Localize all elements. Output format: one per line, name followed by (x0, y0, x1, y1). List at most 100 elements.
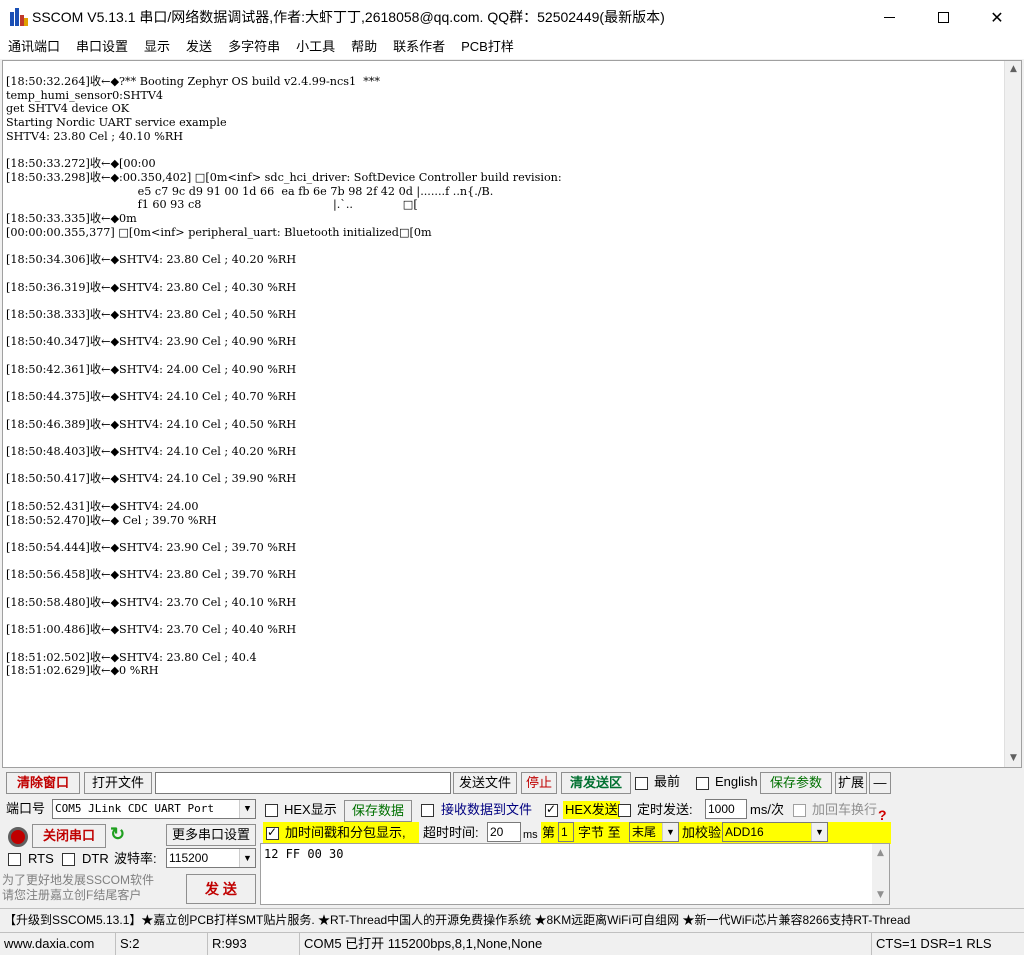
receive-log-line: [18:50:56.458]收←◆SHTV4: 23.80 Cel ; 39.7… (6, 568, 297, 582)
timed-send-label: 定时发送: (637, 802, 693, 817)
interval-input[interactable]: 1000 (705, 799, 747, 819)
open-file-button[interactable]: 打开文件 (84, 772, 152, 794)
baud-select[interactable]: 115200 ▼ (166, 848, 256, 868)
minimize-button[interactable] (862, 0, 916, 34)
rts-label: RTS (28, 851, 54, 866)
save-params-button[interactable]: 保存参数 (760, 772, 832, 794)
front-checkbox[interactable] (635, 777, 648, 790)
close-port-button[interactable]: 关闭串口 (32, 824, 106, 848)
timestamp-checkbox[interactable] (266, 825, 279, 840)
baud-value: 115200 (169, 851, 209, 865)
receive-log-line: [18:50:52.470]收←◆ Cel ; 39.70 %RH (6, 513, 217, 527)
chevron-down-icon[interactable]: ▼ (662, 823, 678, 841)
rts-checkbox[interactable] (8, 853, 21, 866)
receive-log-line: [18:50:36.319]收←◆SHTV4: 23.80 Cel ; 40.3… (6, 280, 297, 294)
send-scrollbar[interactable]: ▲ ▼ (872, 844, 889, 904)
close-button[interactable]: ✕ (970, 0, 1024, 34)
scroll-down-icon[interactable]: ▼ (1005, 750, 1022, 767)
receive-log-line: [18:50:58.480]收←◆SHTV4: 23.70 Cel ; 40.1… (6, 595, 297, 609)
more-settings-button[interactable]: 更多串口设置 (166, 824, 256, 846)
promo-banner[interactable]: 【升级到SSCOM5.13.1】★嘉立创PCB打样SMT贴片服务. ★RT-Th… (0, 908, 1024, 930)
front-label: 最前 (654, 774, 681, 789)
receive-log-line: e5 c7 9c d9 91 00 1d 66 ea fb 6e 7b 98 2… (6, 184, 494, 198)
receive-log-line: f1 60 93 c8 |.`.. □[ (6, 198, 418, 212)
hex-send-checkbox[interactable] (545, 802, 558, 817)
receive-log-line (6, 486, 1001, 500)
timeout-label: 超时时间: (423, 825, 479, 840)
save-data-button[interactable]: 保存数据 (344, 800, 412, 822)
menu-item-contact[interactable]: 联系作者 (385, 34, 453, 59)
menu-item-port[interactable]: 通讯端口 (0, 34, 68, 59)
nth-input[interactable]: 1 (558, 822, 574, 842)
clear-send-button[interactable]: 清发送区 (561, 772, 631, 794)
maximize-button[interactable] (916, 0, 970, 34)
receive-log-line: [18:50:50.417]收←◆SHTV4: 24.10 Cel ; 39.9… (6, 472, 297, 486)
menu-item-tools[interactable]: 小工具 (288, 34, 343, 59)
receive-log-line (6, 609, 1001, 623)
receive-scrollbar[interactable]: ▲ ▼ (1004, 61, 1021, 767)
interval-unit: ms/次 (750, 802, 784, 817)
menu-item-serial-settings[interactable]: 串口设置 (68, 34, 136, 59)
menu-item-send[interactable]: 发送 (178, 34, 220, 59)
add-crlf-label: 加回车换行 (812, 802, 878, 817)
clear-window-button[interactable]: 清除窗口 (6, 772, 80, 794)
refresh-icon[interactable]: ↻ (110, 825, 125, 843)
hex-display-label: HEX显示 (284, 802, 337, 817)
send-text: 12 FF 00 30 (264, 847, 344, 861)
expand-button[interactable]: 扩展 (835, 772, 867, 794)
port-select[interactable]: COM5 JLink CDC UART Port ▼ (52, 799, 256, 819)
receive-log-line: [18:50:38.333]收←◆SHTV4: 23.80 Cel ; 40.5… (6, 307, 297, 321)
checksum-label: 加校验 (682, 825, 722, 840)
scroll-up-icon[interactable]: ▲ (1005, 61, 1022, 78)
title-bar: SSCOM V5.13.1 串口/网络数据调试器,作者:大虾丁丁,2618058… (0, 0, 1024, 34)
menu-item-display[interactable]: 显示 (136, 34, 178, 59)
menu-item-pcb[interactable]: PCB打样 (453, 34, 522, 59)
add-crlf-checkbox[interactable] (793, 804, 806, 817)
checksum-select[interactable]: ADD16 ▼ (722, 822, 828, 842)
checksum-value: ADD16 (725, 825, 764, 839)
promo-text[interactable]: 为了更好地发展SSCOM软件 请您注册嘉立创F结尾客户 (2, 873, 182, 905)
promo-line-2: 请您注册嘉立创F结尾客户 (2, 888, 142, 902)
timed-send-checkbox[interactable] (618, 804, 631, 817)
menu-item-multi-string[interactable]: 多字符串 (220, 34, 288, 59)
receive-window[interactable]: [18:50:32.264]收←◆?** Booting Zephyr OS b… (2, 60, 1022, 768)
byte-to-label: 字节 至 (578, 825, 621, 840)
recv-to-file-label: 接收数据到文件 (441, 802, 533, 817)
scroll-down-icon[interactable]: ▼ (872, 890, 889, 900)
english-checkbox[interactable] (696, 777, 709, 790)
hex-display-checkbox[interactable] (265, 804, 278, 817)
status-port-state: COM5 已打开 115200bps,8,1,None,None (300, 933, 872, 955)
maximize-icon (937, 11, 949, 23)
chevron-down-icon[interactable]: ▼ (811, 823, 827, 841)
receive-log-line: [18:50:32.264]收←◆?** Booting Zephyr OS b… (6, 75, 381, 88)
dtr-checkbox[interactable] (62, 853, 75, 866)
stop-button[interactable]: 停止 (521, 772, 557, 794)
recv-to-file-checkbox[interactable] (421, 804, 434, 817)
english-label: English (715, 774, 758, 789)
menu-item-help[interactable]: 帮助 (343, 34, 385, 59)
end-select[interactable]: 末尾 ▼ (629, 822, 679, 842)
receive-log-line (6, 376, 1001, 390)
receive-log-line: [18:50:40.347]收←◆SHTV4: 23.90 Cel ; 40.9… (6, 335, 297, 349)
menu-bar: 通讯端口 串口设置 显示 发送 多字符串 小工具 帮助 联系作者 PCB打样 (0, 34, 1024, 59)
receive-log-line (6, 431, 1001, 445)
timeout-input[interactable]: 20 (487, 822, 521, 842)
status-sent: S:2 (116, 933, 208, 955)
file-path-input[interactable] (155, 772, 451, 794)
receive-log-line (6, 144, 1001, 158)
receive-log-line: SHTV4: 23.80 Cel ; 40.10 %RH (6, 129, 184, 143)
scroll-up-icon[interactable]: ▲ (872, 848, 889, 858)
status-received: R:993 (208, 933, 300, 955)
chevron-down-icon[interactable]: ▼ (239, 800, 255, 818)
baud-label: 波特率: (114, 851, 157, 866)
receive-log-line (6, 267, 1001, 281)
status-site[interactable]: www.daxia.com (0, 933, 116, 955)
send-file-button[interactable]: 发送文件 (453, 772, 517, 794)
send-button[interactable]: 发 送 (186, 874, 256, 904)
status-bar: www.daxia.com S:2 R:993 COM5 已打开 115200b… (0, 932, 1024, 955)
chevron-down-icon[interactable]: ▼ (239, 849, 255, 867)
window-title: SSCOM V5.13.1 串口/网络数据调试器,作者:大虾丁丁,2618058… (32, 9, 665, 25)
send-input[interactable]: 12 FF 00 30 ▲ ▼ (260, 843, 890, 905)
collapse-button[interactable]: — (869, 772, 891, 794)
port-value: COM5 JLink CDC UART Port (55, 802, 214, 815)
